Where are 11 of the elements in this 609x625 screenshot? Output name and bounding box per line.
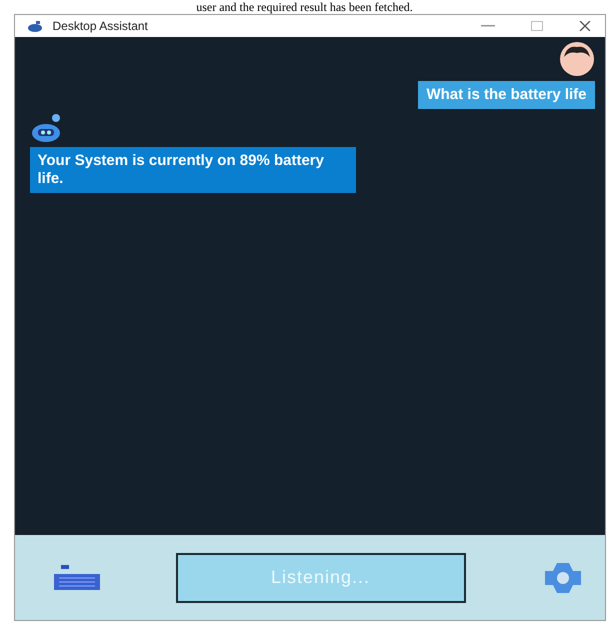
keyboard-icon[interactable] — [52, 564, 100, 592]
user-avatar-icon — [558, 41, 594, 77]
assistant-message: Your System is currently on 89% battery life. — [30, 147, 356, 193]
app-icon — [26, 20, 42, 32]
status-display: Listening... — [176, 552, 466, 602]
window-title: Desktop Assistant — [52, 19, 148, 33]
minimize-icon[interactable] — [480, 25, 494, 27]
caption-text: user and the required result has been fetched. — [196, 0, 413, 14]
maximize-icon[interactable] — [530, 21, 542, 31]
close-icon[interactable] — [578, 21, 590, 31]
user-message: What is the battery life — [418, 81, 594, 109]
